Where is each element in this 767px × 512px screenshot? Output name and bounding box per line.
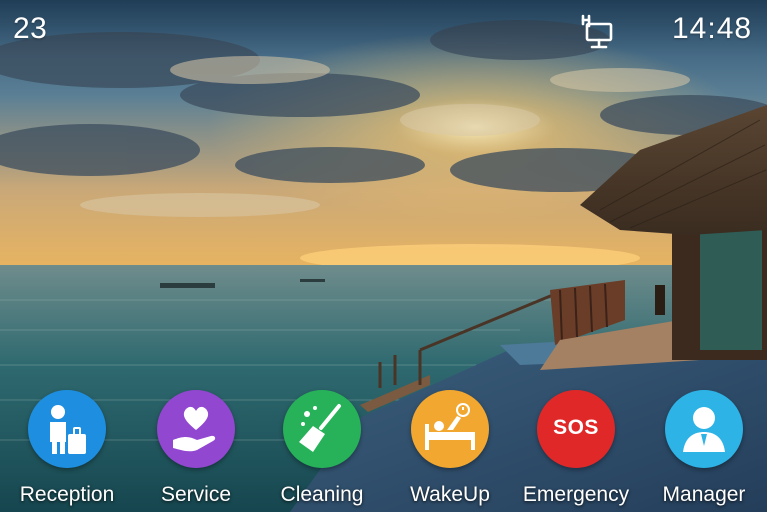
reception-label: Reception [19,483,115,506]
phone-home-screen: 23 14:48 Reception Service Cleaning Wake… [0,0,767,512]
service-label: Service [160,483,232,506]
wakeup-bed-icon[interactable] [411,390,489,468]
clock: 14:48 [672,12,753,45]
sos-icon-text: SOS [553,416,599,439]
wakeup-app[interactable]: WakeUp [388,380,512,512]
sos-icon[interactable]: SOS [537,390,615,468]
reception-app[interactable]: Reception [5,380,129,512]
broom-icon[interactable] [283,390,361,468]
wakeup-label: WakeUp [410,483,490,506]
account-number: 23 [13,12,48,45]
service-app[interactable]: Service [134,380,258,512]
manager-label: Manager [662,483,746,506]
heart-hand-icon[interactable] [157,390,235,468]
emergency-label: Emergency [522,483,630,506]
manager-app[interactable]: Manager [642,380,766,512]
reception-icon[interactable] [28,390,106,468]
person-icon[interactable] [665,390,743,468]
emergency-app[interactable]: SOS Emergency [514,380,638,512]
ethernet-icon [581,14,613,49]
cleaning-app[interactable]: Cleaning [260,380,384,512]
app-dock: Reception Service Cleaning WakeUp SOS Em… [0,380,767,512]
status-bar: 23 14:48 [0,0,767,56]
cleaning-label: Cleaning [280,483,364,506]
